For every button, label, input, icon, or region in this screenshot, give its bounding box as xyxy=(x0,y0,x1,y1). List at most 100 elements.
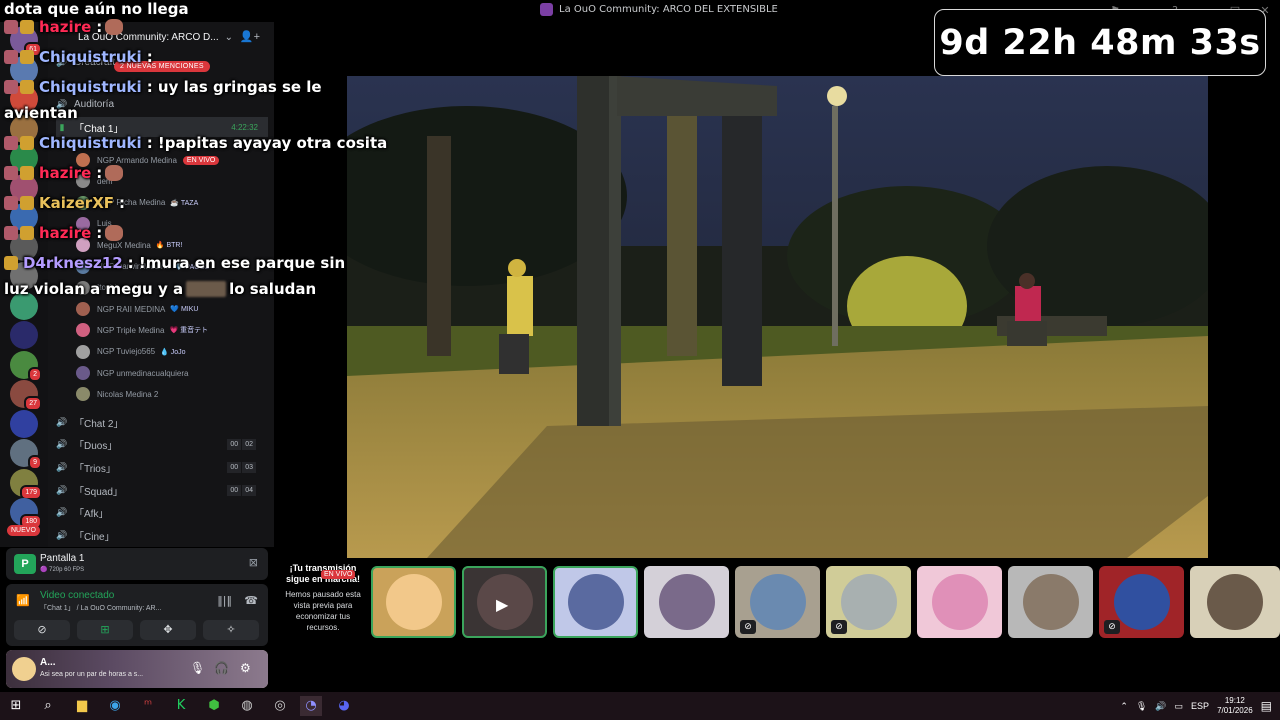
soundboard-button[interactable]: ✧ xyxy=(203,620,259,640)
browser-icon[interactable]: ◔ xyxy=(300,696,322,716)
server-icon[interactable]: 179 xyxy=(10,468,42,500)
voice-user[interactable]: NGP Triple Medina 💗 重音テト xyxy=(76,320,266,340)
new-servers-badge[interactable]: NUEVO xyxy=(7,525,40,536)
participant-tile[interactable] xyxy=(1008,566,1093,638)
participant-tile[interactable]: ⊘ xyxy=(826,566,911,638)
server-icon[interactable]: 27 xyxy=(10,380,42,411)
chat-message: KaizerXF: xyxy=(4,194,125,212)
avatar[interactable] xyxy=(12,657,36,681)
system-tray: ⌃ 🎙 🔊 ▭ ESP 19:12 7/01/2026 ▤ xyxy=(1120,692,1280,720)
participant-avatar xyxy=(931,574,988,630)
app-icon[interactable]: ᵐ xyxy=(137,696,159,716)
participant-tile[interactable]: ▶ xyxy=(462,566,547,638)
camera-icon: ▶ xyxy=(496,595,509,614)
voice-user[interactable]: Nicolas Medina 2 xyxy=(76,384,266,404)
username[interactable]: A... xyxy=(40,657,56,668)
gear-icon[interactable]: ⚙ xyxy=(240,661,251,675)
channel-label: 「Afk」 xyxy=(74,508,109,520)
mod-badge-icon xyxy=(4,50,18,64)
voice-channel-path[interactable]: 「Chat 1」 / La OuO Community: AR... xyxy=(40,603,161,613)
stop-share-icon[interactable]: ⊠ xyxy=(249,556,258,569)
channel-cine[interactable]: 🔊 「Cine」 xyxy=(56,525,268,545)
channel-label: 「Chat 2」 xyxy=(74,418,124,430)
sub-badge-icon xyxy=(20,136,34,150)
signal-icon[interactable]: 📶 xyxy=(16,594,30,607)
stream-video[interactable] xyxy=(347,76,1208,558)
mod-badge-icon xyxy=(4,196,18,210)
voice-user[interactable]: NGP Tuviejo565 💧 JoJo xyxy=(76,342,266,362)
camera-off-button[interactable]: ⊘ xyxy=(14,620,70,640)
avatar xyxy=(76,387,90,402)
channel-afk[interactable]: 🔊 「Afk」 xyxy=(56,502,268,522)
channel-label: 「Duos」 xyxy=(74,440,118,452)
live-badge: EN VIVO xyxy=(321,570,356,579)
badge-icons xyxy=(4,136,34,150)
badge-icons xyxy=(4,256,18,270)
kick-icon[interactable]: K xyxy=(170,696,192,716)
participant-tile[interactable] xyxy=(644,566,729,638)
chat-message: avientan xyxy=(4,104,78,122)
disconnect-icon[interactable]: ☎ xyxy=(244,594,258,607)
channel-chat2[interactable]: 🔊 「Chat 2」 xyxy=(56,412,268,432)
noise-suppression-icon[interactable]: ‖|‖ xyxy=(217,594,232,607)
volume-icon[interactable]: 🔊 xyxy=(1155,701,1166,712)
participant-tile[interactable] xyxy=(1190,566,1280,638)
chevron-up-icon[interactable]: ⌃ xyxy=(1120,701,1128,712)
badge-icons xyxy=(4,50,34,64)
activities-button[interactable]: ✥ xyxy=(140,620,196,640)
user-limit: 00 03 xyxy=(227,461,256,473)
sub-badge-icon xyxy=(20,80,34,94)
badge-icons xyxy=(4,226,34,240)
participant-tile[interactable] xyxy=(371,566,456,638)
file-explorer-icon[interactable]: ▆ xyxy=(71,696,93,716)
window-title: La OuO Community: ARCO DEL EXTENSIBLE xyxy=(540,3,778,16)
chat-message: hazire: xyxy=(4,18,124,36)
voice-user-name: NGP RAII MEDINA xyxy=(97,304,166,314)
mention-badge: 27 xyxy=(24,396,42,411)
headphones-icon[interactable]: 🎧 xyxy=(214,661,229,675)
server-icon[interactable]: 2 xyxy=(10,350,42,382)
participant-tile[interactable] xyxy=(553,566,638,638)
app3-icon[interactable]: ◍ xyxy=(236,696,258,716)
app2-icon[interactable]: ⬢ xyxy=(203,696,225,716)
channel-duos[interactable]: 🔊 「Duos」 00 02 xyxy=(56,434,268,454)
server-avatar xyxy=(10,321,38,349)
server-icon[interactable] xyxy=(10,321,38,349)
notifications-icon[interactable]: ▤ xyxy=(1261,699,1272,713)
windows-start-icon[interactable]: ⊞ xyxy=(5,696,27,716)
mic-tray-icon[interactable]: 🎙 xyxy=(1136,701,1147,712)
server-icon[interactable]: 9 xyxy=(10,439,42,470)
chat-username: hazire xyxy=(39,224,92,242)
chat-username: Chiquistruki xyxy=(39,134,142,152)
discord-window: La OuO Community: ARCO DEL EXTENSIBLE ⚑ … xyxy=(0,0,1280,720)
chat-username: hazire xyxy=(39,18,92,36)
edge-icon[interactable]: ◉ xyxy=(104,696,126,716)
clock[interactable]: 19:12 7/01/2026 xyxy=(1217,696,1253,716)
server-icon[interactable]: 180 xyxy=(10,498,42,529)
share-screen-button[interactable]: ⊞ xyxy=(77,620,133,640)
discord-taskbar-icon[interactable]: ◕ xyxy=(333,696,355,716)
participant-tile[interactable] xyxy=(917,566,1002,638)
search-icon[interactable]: ⌕ xyxy=(37,696,59,716)
obs-icon[interactable]: ◎ xyxy=(269,696,291,716)
microphone-icon[interactable]: 🎙 xyxy=(190,661,205,675)
server-icon[interactable] xyxy=(10,409,38,438)
screen-share-title: Pantalla 1 xyxy=(40,553,85,564)
participant-tile[interactable]: ⊘ xyxy=(1099,566,1184,638)
chat-text: : xyxy=(96,18,103,36)
channel-squad[interactable]: 🔊 「Squad」 00 04 xyxy=(56,480,268,500)
sub-badge-icon xyxy=(4,256,18,270)
sub-badge-icon xyxy=(20,196,34,210)
voice-user[interactable]: NGP unmedinacualquiera xyxy=(76,363,266,383)
channel-trios[interactable]: 🔊 「Trios」 00 03 xyxy=(56,457,268,477)
network-icon[interactable]: ▭ xyxy=(1175,701,1184,712)
chat-message: D4rknesz12: !mura en ese parque sin xyxy=(4,254,345,272)
avatar xyxy=(76,366,90,380)
clock-date: 7/01/2026 xyxy=(1217,706,1253,715)
screen-share-quality: 🟣 720p 60 FPS xyxy=(40,567,85,573)
mod-badge-icon xyxy=(4,136,18,150)
participant-tile[interactable]: ⊘ xyxy=(735,566,820,638)
language-indicator[interactable]: ESP xyxy=(1191,701,1209,711)
clock-time: 19:12 xyxy=(1224,696,1245,705)
sub-badge-icon xyxy=(20,20,34,34)
